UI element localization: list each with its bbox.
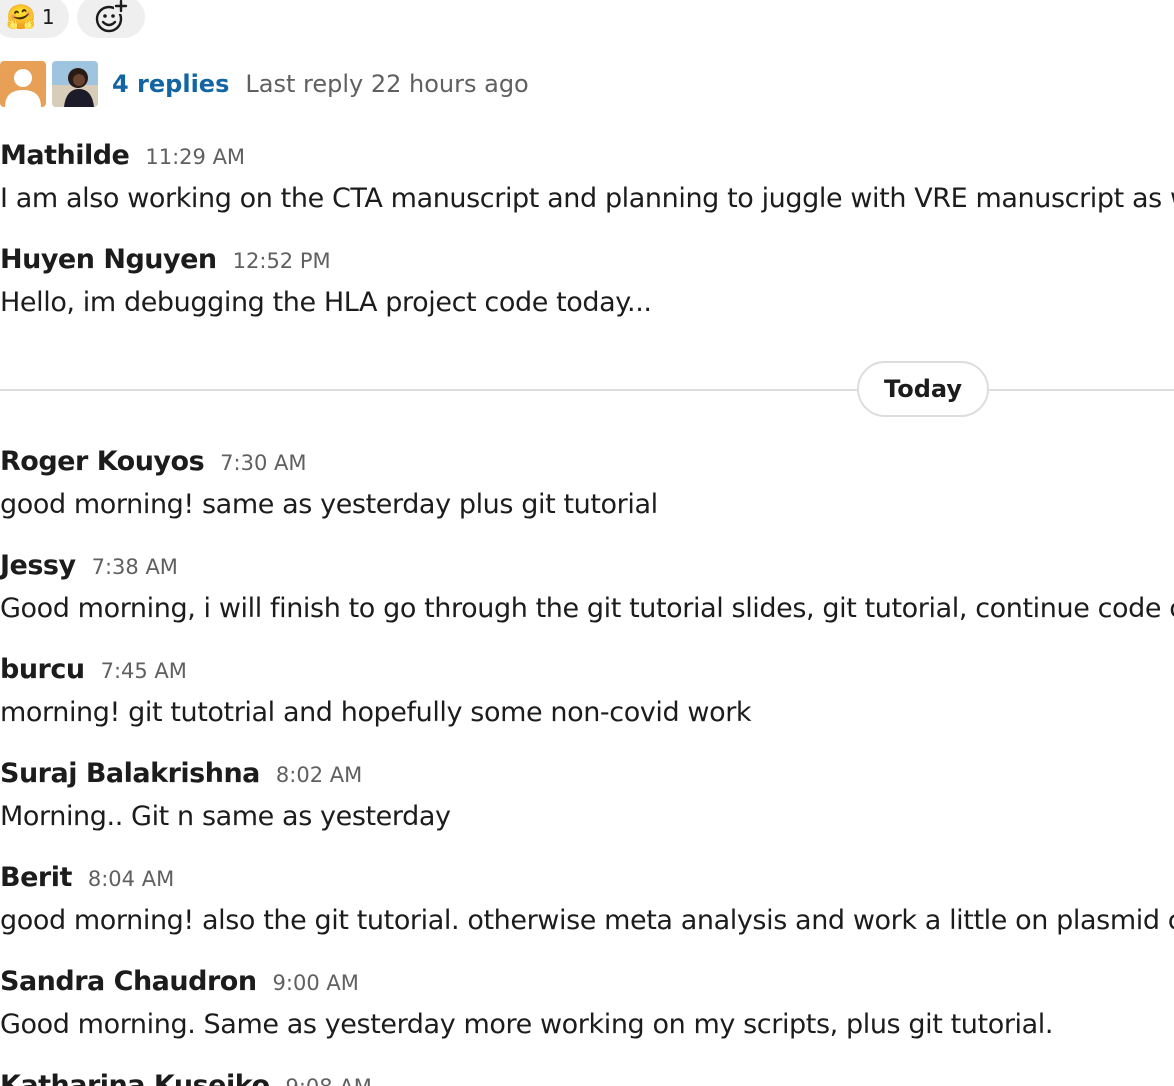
reactions-bar: 🤗 1 (0, 0, 145, 38)
user-photo-avatar-icon (52, 61, 98, 107)
message: Berit 8:04 AM good morning! also the git… (0, 862, 1174, 936)
message-timestamp[interactable]: 8:02 AM (276, 763, 362, 787)
message-text: Morning.. Git n same as yesterday (0, 801, 451, 832)
reaction-count: 1 (41, 5, 55, 29)
date-divider-line (0, 389, 1174, 391)
message-timestamp[interactable]: 11:29 AM (145, 145, 245, 169)
message-author[interactable]: Jessy (0, 550, 76, 581)
message-author[interactable]: Katharina Kusejko (0, 1070, 270, 1086)
message-text: Hello, im debugging the HLA project code… (0, 287, 652, 318)
thread-replies-link[interactable]: 4 replies (112, 70, 229, 98)
message: Huyen Nguyen 12:52 PM Hello, im debuggin… (0, 244, 1174, 318)
message-author[interactable]: Suraj Balakrishna (0, 758, 260, 789)
message-author[interactable]: Mathilde (0, 140, 130, 171)
message: Sandra Chaudron 9:00 AM Good morning. Sa… (0, 966, 1174, 1040)
thread-summary[interactable]: 4 replies Last reply 22 hours ago (0, 60, 529, 108)
message-timestamp[interactable]: 12:52 PM (233, 249, 331, 273)
message-timestamp[interactable]: 7:45 AM (101, 659, 187, 683)
avatar[interactable] (52, 61, 98, 107)
date-divider-button[interactable]: Today (857, 361, 989, 417)
message-author[interactable]: Sandra Chaudron (0, 966, 257, 997)
message: burcu 7:45 AM morning! git tutotrial and… (0, 654, 1174, 728)
message-author[interactable]: burcu (0, 654, 85, 685)
message: Katharina Kusejko 9:08 AM (0, 1070, 1174, 1086)
avatar[interactable] (0, 61, 46, 107)
message: Mathilde 11:29 AM I am also working on t… (0, 140, 1174, 214)
message-text: morning! git tutotrial and hopefully som… (0, 697, 752, 728)
add-reaction-button[interactable] (76, 0, 145, 38)
message-text: Good morning. Same as yesterday more wor… (0, 1009, 1054, 1040)
message-author[interactable]: Roger Kouyos (0, 446, 205, 477)
message-timestamp[interactable]: 9:08 AM (286, 1075, 372, 1086)
hugging-face-emoji-icon: 🤗 (6, 3, 36, 31)
default-user-avatar-icon (0, 61, 46, 107)
message: Roger Kouyos 7:30 AM good morning! same … (0, 446, 1174, 520)
message-timestamp[interactable]: 7:30 AM (220, 451, 306, 475)
message-text: Good morning, i will finish to go throug… (0, 593, 1174, 624)
message-pane: 🤗 1 4 replies Last reply 22 hours ago Ma… (0, 0, 1174, 1086)
message-text: I am also working on the CTA manuscript … (0, 183, 1174, 214)
message-text: good morning! same as yesterday plus git… (0, 489, 658, 520)
message: Jessy 7:38 AM Good morning, i will finis… (0, 550, 1174, 624)
message-timestamp[interactable]: 9:00 AM (273, 971, 359, 995)
add-emoji-icon (95, 0, 128, 33)
message-timestamp[interactable]: 8:04 AM (88, 867, 174, 891)
message: Suraj Balakrishna 8:02 AM Morning.. Git … (0, 758, 1174, 832)
message-timestamp[interactable]: 7:38 AM (92, 555, 178, 579)
thread-last-reply: Last reply 22 hours ago (245, 70, 529, 98)
message-author[interactable]: Berit (0, 862, 72, 893)
reaction-hugging-face[interactable]: 🤗 1 (0, 0, 69, 38)
message-author[interactable]: Huyen Nguyen (0, 244, 217, 275)
message-text: good morning! also the git tutorial. oth… (0, 905, 1174, 936)
